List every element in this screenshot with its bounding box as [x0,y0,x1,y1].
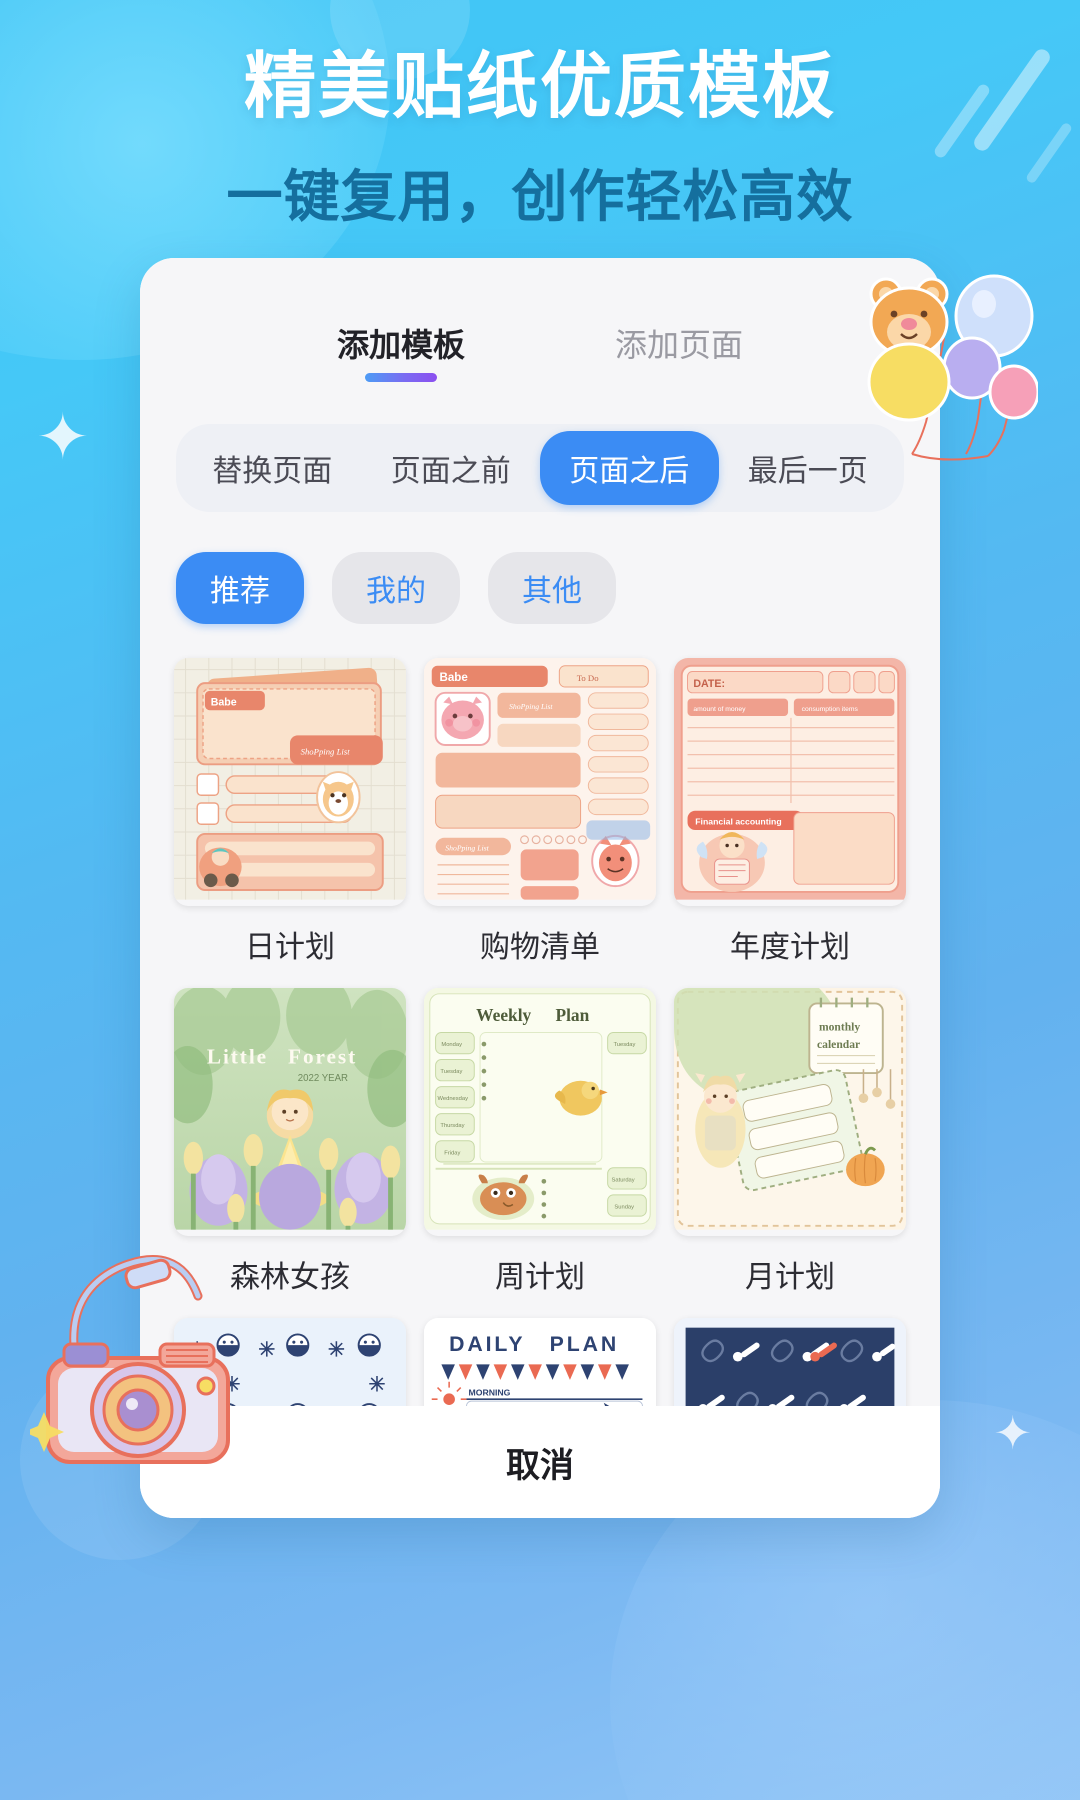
svg-text:PLAN: PLAN [550,1332,619,1356]
thumbnail-art: monthly calendar [674,988,906,1230]
svg-text:Sunday: Sunday [614,1204,634,1210]
page-title: 精美贴纸优质模板 [243,47,836,127]
sparkle-icon: ✦ [36,401,90,473]
svg-text:Plan: Plan [555,1006,589,1025]
page-subtitle: 一键复用，创作轻松高效 [226,164,854,228]
sheet-content: 添加模板 添加页面 替换页面 页面之前 页面之后 最后一页 推荐 我的 其他 B… [140,258,940,1406]
svg-text:Babe: Babe [211,696,237,708]
chip-mine[interactable]: 我的 [332,552,460,624]
tab-add-template[interactable]: 添加模板 [336,320,465,382]
svg-text:Financial accounting: Financial accounting [695,816,781,826]
template-thumbnail-daily-plan-navy[interactable]: DAILY PLAN MORNING NIGHT [424,1318,656,1406]
svg-text:Monday: Monday [441,1042,462,1048]
svg-text:ShoPping List: ShoPping List [445,843,489,852]
template-thumbnail-weekly-plan[interactable]: Weekly Plan Monday Tuesday Wednesday Thurs… [424,988,656,1236]
tab-add-template-label: 添加模板 [336,327,465,363]
svg-text:Tuesday: Tuesday [440,1069,462,1075]
thumbnail-art: Weekly Plan Monday Tuesday Wednesday Thurs… [424,988,656,1230]
retro-camera-sticker [24,1240,245,1470]
segment-before-page[interactable]: 页面之前 [362,431,541,505]
template-item[interactable]: monthly calendar 月计划 [674,988,906,1296]
svg-text:Forest: Forest [288,1044,357,1068]
template-thumbnail-daily-plan[interactable]: Babe ShoPping List [174,658,406,906]
insert-position-control-wrap: 替换页面 页面之前 页面之后 最后一页 [176,424,904,512]
template-picker-sheet: 添加模板 添加页面 替换页面 页面之前 页面之后 最后一页 推荐 我的 其他 B… [140,258,940,1518]
template-item[interactable]: DAILY PLAN MORNING NIGHT [424,1318,656,1406]
svg-text:Friday: Friday [444,1150,460,1156]
thumbnail-art: Babe ShoPping List [174,658,406,900]
thumbnail-art: DATE: amount of money consumption items [674,658,906,900]
cancel-button-label: 取消 [506,1446,574,1485]
thumbnail-art: Babe To Do ShoPping List ShoPping List [424,658,656,900]
svg-text:amount of money: amount of money [693,706,746,713]
template-item[interactable]: Weekly Plan Monday Tuesday Wednesday Thurs… [424,988,656,1296]
template-label: 年度计划 [730,931,850,964]
svg-text:calendar: calendar [817,1038,860,1051]
template-item[interactable]: May SUNMONTUE WEDTHUFRISAT 123 4567 8910… [674,1318,906,1406]
svg-text:Wednesday: Wednesday [438,1096,469,1102]
svg-text:DATE:: DATE: [693,678,725,690]
thumbnail-art: DAILY PLAN MORNING NIGHT [424,1318,656,1406]
tab-add-page-label: 添加页面 [615,327,744,363]
svg-text:Tuesday: Tuesday [613,1042,635,1048]
svg-text:Babe: Babe [439,672,468,684]
template-label: 购物清单 [480,931,600,964]
promo-headline-block: 精美贴纸优质模板 一键复用，创作轻松高效 [0,46,1080,233]
svg-text:2022 YEAR: 2022 YEAR [298,1073,348,1084]
retro-camera-svg [24,1255,230,1464]
segment-replace-page[interactable]: 替换页面 [183,431,362,505]
template-label: 森林女孩 [230,1261,350,1294]
svg-text:Saturday: Saturday [612,1177,635,1183]
template-grid: Babe ShoPping List 日计划 Babe To Do ShoPpi… [174,658,906,1406]
template-thumbnail-shopping-list[interactable]: Babe To Do ShoPping List ShoPping List [424,658,656,906]
svg-text:DAILY: DAILY [449,1332,525,1356]
svg-text:Weekly: Weekly [476,1006,531,1025]
sparkle-icon: ✦ [993,1407,1032,1459]
template-thumbnail-forest-girl[interactable]: Little Forest 2022 YEAR [174,988,406,1236]
svg-text:monthly: monthly [819,1021,860,1034]
template-label: 月计划 [745,1261,835,1294]
cancel-button[interactable]: 取消 [140,1406,940,1518]
svg-text:MORNING: MORNING [468,1387,510,1397]
insert-position-segmented-control: 替换页面 页面之前 页面之后 最后一页 [176,424,904,512]
chip-other[interactable]: 其他 [488,552,616,624]
sheet-tabs: 添加模板 添加页面 [140,258,940,382]
template-label: 周计划 [495,1261,585,1294]
template-item[interactable]: Babe ShoPping List 日计划 [174,658,406,966]
template-thumbnail-annual-plan[interactable]: DATE: amount of money consumption items [674,658,906,906]
svg-text:consumption items: consumption items [802,706,859,713]
tab-add-page[interactable]: 添加页面 [615,320,743,366]
bear-balloons-sticker [848,272,1040,472]
thumbnail-art: May SUNMONTUE WEDTHUFRISAT 123 4567 8910… [674,1318,906,1406]
category-chip-row: 推荐 我的 其他 [176,552,904,624]
template-item[interactable]: DATE: amount of money consumption items [674,658,906,966]
chip-recommended[interactable]: 推荐 [176,552,304,624]
svg-text:ShoPping List: ShoPping List [509,702,553,711]
svg-text:Thursday: Thursday [440,1123,464,1129]
svg-text:To Do: To Do [577,673,599,683]
svg-text:ShoPping List: ShoPping List [301,747,351,757]
tab-active-indicator [364,373,437,382]
svg-text:Little: Little [207,1044,268,1068]
template-item[interactable]: Babe To Do ShoPping List ShoPping List 购… [424,658,656,966]
template-label: 日计划 [245,931,335,964]
bear-balloons-svg [867,274,1040,461]
thumbnail-art: Little Forest 2022 YEAR [174,988,406,1230]
template-thumbnail-monthly-plan[interactable]: monthly calendar [674,988,906,1236]
template-thumbnail-may-calendar[interactable]: May SUNMONTUE WEDTHUFRISAT 123 4567 8910… [674,1318,906,1406]
segment-after-page[interactable]: 页面之后 [540,431,719,505]
